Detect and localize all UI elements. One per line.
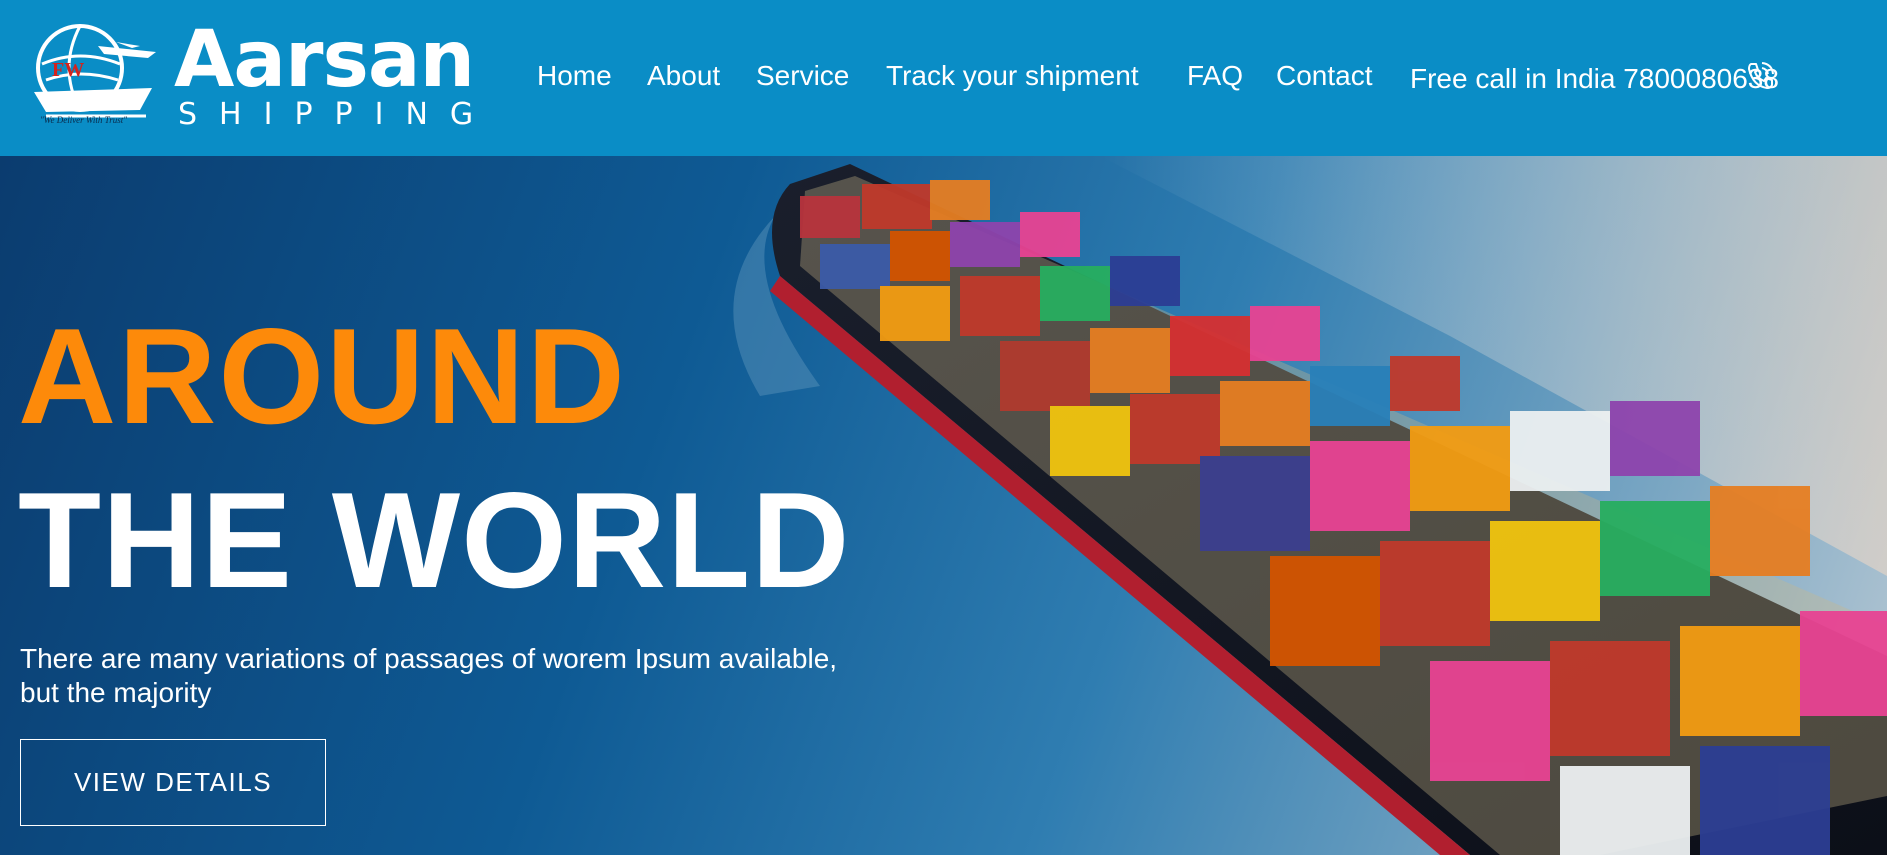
hero-banner: AROUND THE WORLD There are many variatio… [0,156,1887,855]
nav-contact[interactable]: Contact [1276,58,1373,94]
nav-service[interactable]: Service [756,58,849,94]
hero-description: There are many variations of passages of… [20,642,920,710]
brand-logo[interactable]: FW "We Deliver With Trust" Aarsan SHIPPI… [28,15,498,132]
free-call-text: Free call in India 7800080638 [1410,63,1779,94]
nav-faq[interactable]: FAQ [1187,58,1243,94]
free-call[interactable]: Free call in India 7800080638 [1410,60,1779,100]
site-header: FW "We Deliver With Trust" Aarsan SHIPPI… [0,0,1887,156]
nav-track-shipment[interactable]: Track your shipment [886,58,1139,94]
brand-subtitle: SHIPPING [178,97,496,132]
view-details-button[interactable]: VIEW DETAILS [20,739,326,826]
nav-about[interactable]: About [647,58,720,94]
brand-tagline: "We Deliver With Trust" [40,115,127,125]
hero-description-line1: There are many variations of passages of… [20,643,838,674]
emblem-mark: FW [52,59,84,81]
hero-description-line2: but the majority [20,677,212,708]
ship-globe-logo-icon: FW [34,24,156,118]
hero-title-line1: AROUND [18,300,627,452]
hero-title-line2: THE WORLD [18,464,851,616]
brand-name: Aarsan [174,15,475,105]
nav-home[interactable]: Home [537,58,612,94]
phone-icon [1748,62,1774,89]
